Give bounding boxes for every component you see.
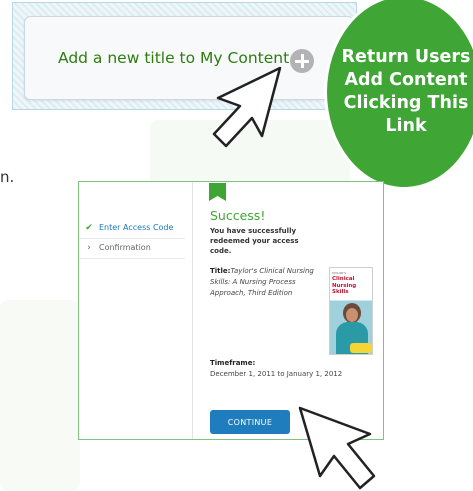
wizard-steps: ✔ Enter Access Code › Confirmation [79,182,193,439]
title-label: Title: [210,267,231,275]
bookmark-icon [209,183,226,201]
cursor-arrow-icon [298,406,376,490]
timeframe-value: December 1, 2011 to January 1, 2012 [210,370,343,378]
wizard-step-confirmation[interactable]: › Confirmation [79,237,185,259]
cover-figure [346,308,358,322]
wizard-step-label: Enter Access Code [99,223,174,232]
callout-text: Return Users Add Content Clicking This L… [341,47,471,136]
book-cover-image: TAYLOR'S Clinical Nursing Skills [329,267,373,355]
chevron-right-icon: › [87,242,91,253]
continue-button[interactable]: CONTINUE [210,410,290,434]
checkmark-icon: ✔ [85,222,93,233]
stray-text: n. [0,168,15,186]
background-shape [0,300,80,491]
book-cover-title: Clinical Nursing Skills [332,276,357,295]
title-info: Title:Taylor's Clinical Nursing Skills: … [210,266,322,299]
wizard-step-enter-access-code[interactable]: ✔ Enter Access Code [79,217,185,239]
success-message: You have successfully redeemed your acce… [210,227,299,255]
cover-badge [350,343,372,353]
book-cover-small-text: TAYLOR'S [332,271,346,275]
success-title: Success! [210,208,266,223]
redeem-dialog: ✔ Enter Access Code › Confirmation Succe… [78,181,384,440]
wizard-step-label: Confirmation [99,243,151,252]
timeframe-label: Timeframe: [210,359,256,367]
cursor-arrow-icon [212,66,282,148]
plus-circle-icon[interactable] [290,49,314,73]
